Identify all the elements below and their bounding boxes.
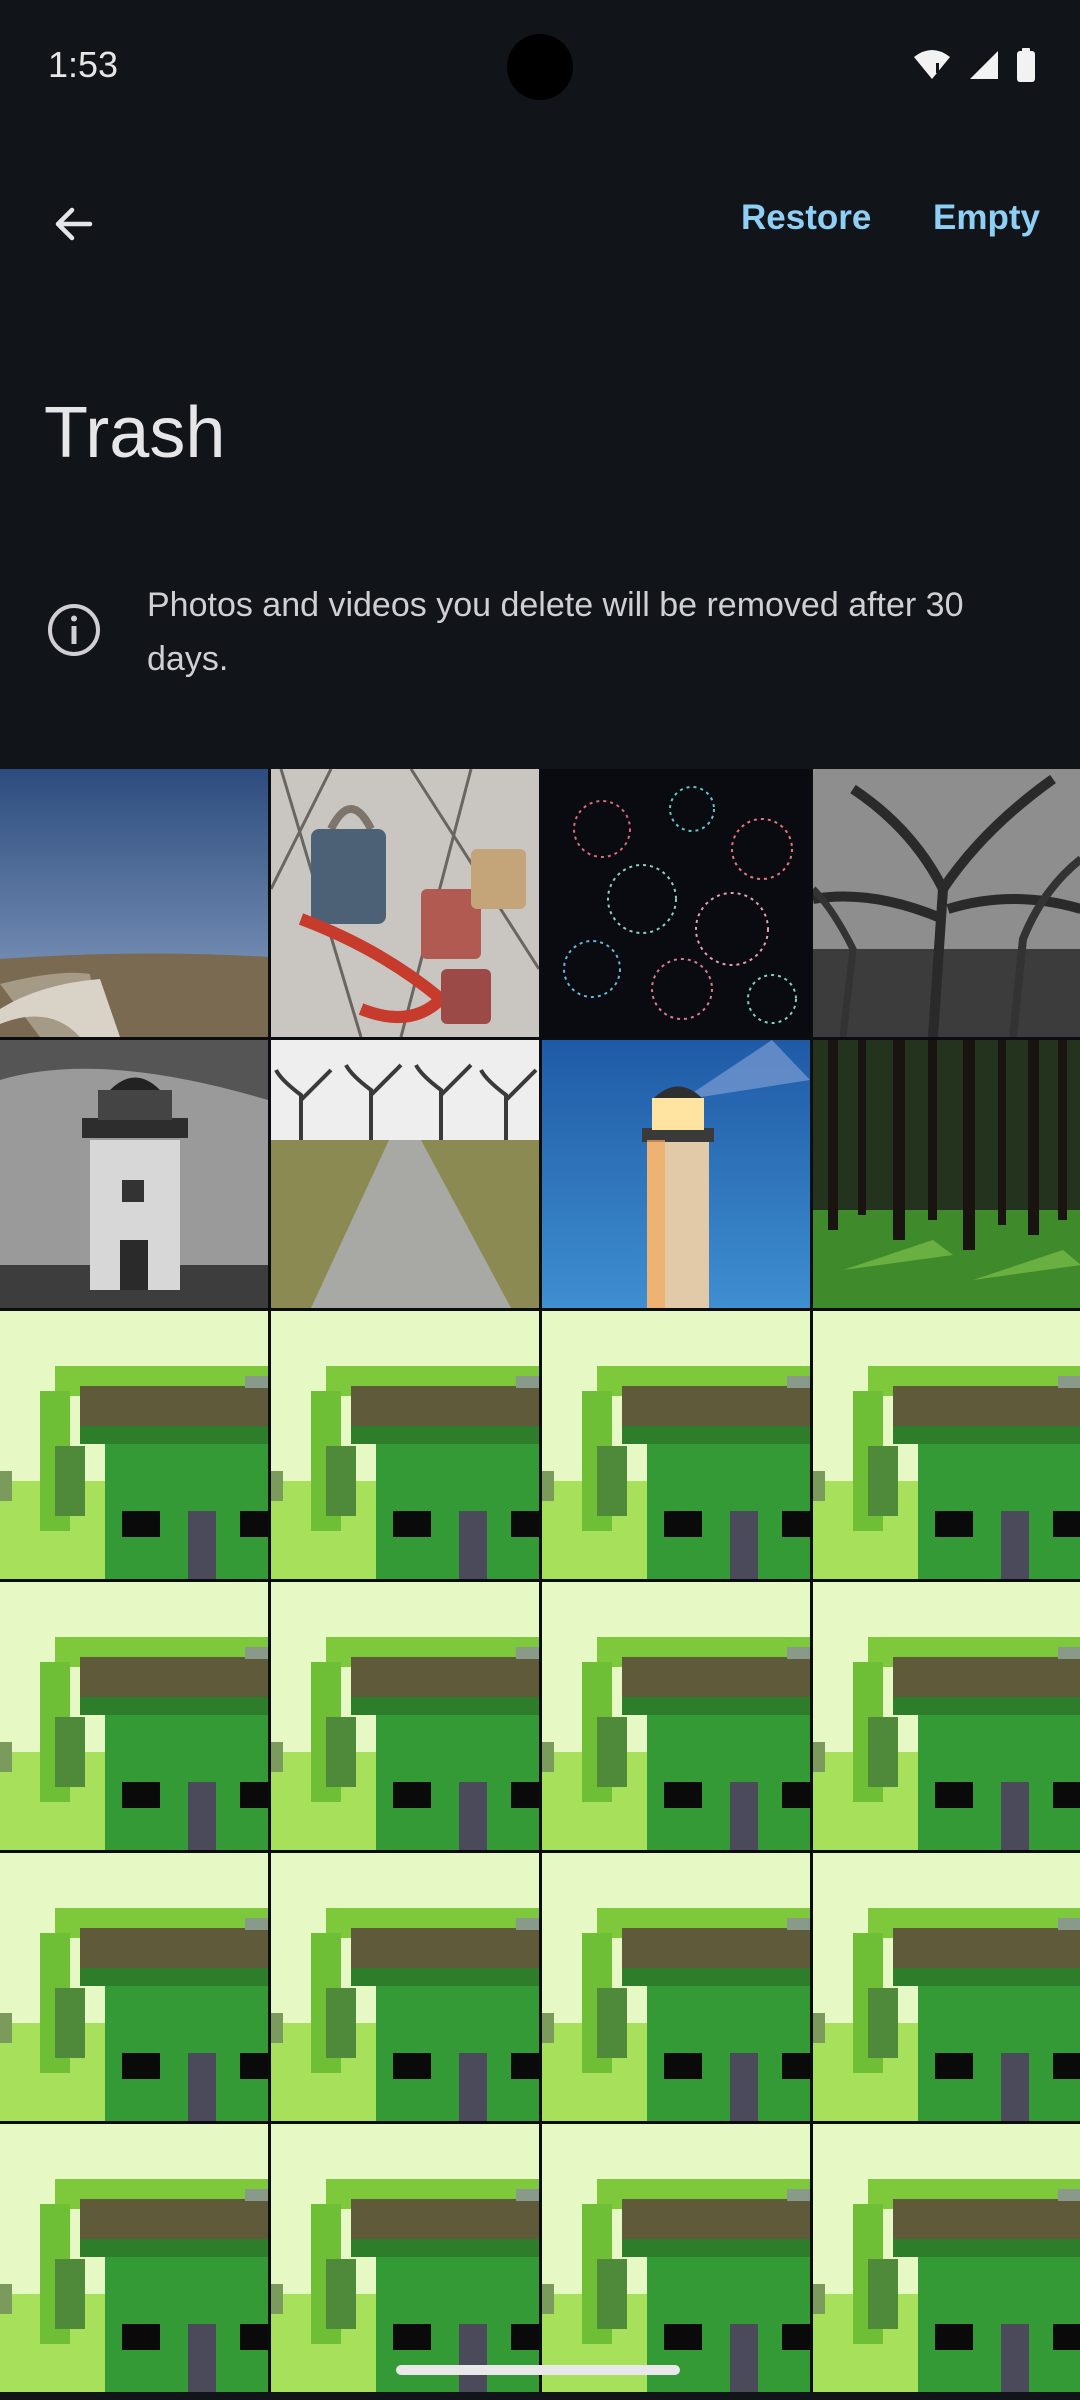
- wifi-icon: [914, 50, 950, 79]
- pixel-house-image: [542, 1582, 810, 1850]
- pixel-house-thumbnail[interactable]: [542, 1582, 810, 1850]
- pixel-house-thumbnail[interactable]: [813, 1853, 1080, 2121]
- photo-bw-trees-image: [813, 769, 1080, 1037]
- pixel-house-image: [813, 1582, 1080, 1850]
- empty-button[interactable]: Empty: [933, 198, 1040, 238]
- pixel-house-thumbnail[interactable]: [542, 1853, 810, 2121]
- pixel-house-image: [542, 1853, 810, 2121]
- pixel-house-image: [271, 1582, 539, 1850]
- top-app-bar: Restore Empty: [0, 170, 1080, 270]
- photo-tree-path[interactable]: [271, 1040, 539, 1308]
- photo-padlocks[interactable]: [271, 769, 539, 1037]
- pixel-house-image: [0, 2124, 268, 2392]
- photo-forest[interactable]: [813, 1040, 1080, 1308]
- pixel-house-image: [813, 1311, 1080, 1579]
- status-bar: 1:53: [0, 0, 1080, 140]
- battery-icon: [1017, 48, 1035, 82]
- signal-icon: [970, 51, 998, 79]
- pixel-house-thumbnail[interactable]: [542, 1311, 810, 1579]
- photo-fireworks[interactable]: [542, 769, 810, 1037]
- photo-field-path-image: [0, 769, 268, 1037]
- pixel-house-image: [271, 1311, 539, 1579]
- info-banner: Photos and videos you delete will be rem…: [0, 574, 1080, 684]
- photo-tree-path-image: [271, 1040, 539, 1308]
- back-button[interactable]: [38, 188, 110, 260]
- photo-bw-lighthouse-image: [0, 1040, 268, 1308]
- restore-button[interactable]: Restore: [741, 198, 871, 238]
- pixel-house-image: [542, 2124, 810, 2392]
- camera-cutout: [507, 34, 573, 100]
- pixel-house-thumbnail[interactable]: [271, 1311, 539, 1579]
- pixel-house-image: [0, 1311, 268, 1579]
- pixel-house-image: [542, 1311, 810, 1579]
- pixel-house-thumbnail[interactable]: [0, 2124, 268, 2392]
- pixel-house-thumbnail[interactable]: [542, 2124, 810, 2392]
- photo-fireworks-image: [542, 769, 810, 1037]
- pixel-house-image: [813, 2124, 1080, 2392]
- pixel-house-image: [813, 1853, 1080, 2121]
- status-icons: [912, 48, 1036, 82]
- pixel-house-thumbnail[interactable]: [271, 1582, 539, 1850]
- pixel-house-image: [271, 2124, 539, 2392]
- photo-forest-image: [813, 1040, 1080, 1308]
- pixel-house-thumbnail[interactable]: [271, 2124, 539, 2392]
- pixel-house-thumbnail[interactable]: [271, 1853, 539, 2121]
- pixel-house-thumbnail[interactable]: [0, 1311, 268, 1579]
- pixel-house-thumbnail[interactable]: [0, 1853, 268, 2121]
- pixel-house-image: [271, 1853, 539, 2121]
- photo-grid: [0, 769, 1080, 2392]
- page-title: Trash: [44, 393, 226, 473]
- status-time: 1:53: [48, 44, 119, 85]
- pixel-house-image: [0, 1853, 268, 2121]
- arrow-left-icon: [55, 207, 93, 241]
- pixel-house-image: [0, 1582, 268, 1850]
- pixel-house-thumbnail[interactable]: [813, 1311, 1080, 1579]
- pixel-house-thumbnail[interactable]: [813, 1582, 1080, 1850]
- photo-padlocks-image: [271, 769, 539, 1037]
- photo-field-path[interactable]: [0, 769, 268, 1037]
- info-icon: [48, 604, 100, 656]
- photo-bw-lighthouse[interactable]: [0, 1040, 268, 1308]
- photo-lighthouse-night-image: [542, 1040, 810, 1308]
- pixel-house-thumbnail[interactable]: [813, 2124, 1080, 2392]
- photo-lighthouse-night[interactable]: [542, 1040, 810, 1308]
- photo-bw-trees[interactable]: [813, 769, 1080, 1037]
- info-text: Photos and videos you delete will be rem…: [147, 586, 964, 678]
- home-indicator[interactable]: [396, 2365, 680, 2375]
- pixel-house-thumbnail[interactable]: [0, 1582, 268, 1850]
